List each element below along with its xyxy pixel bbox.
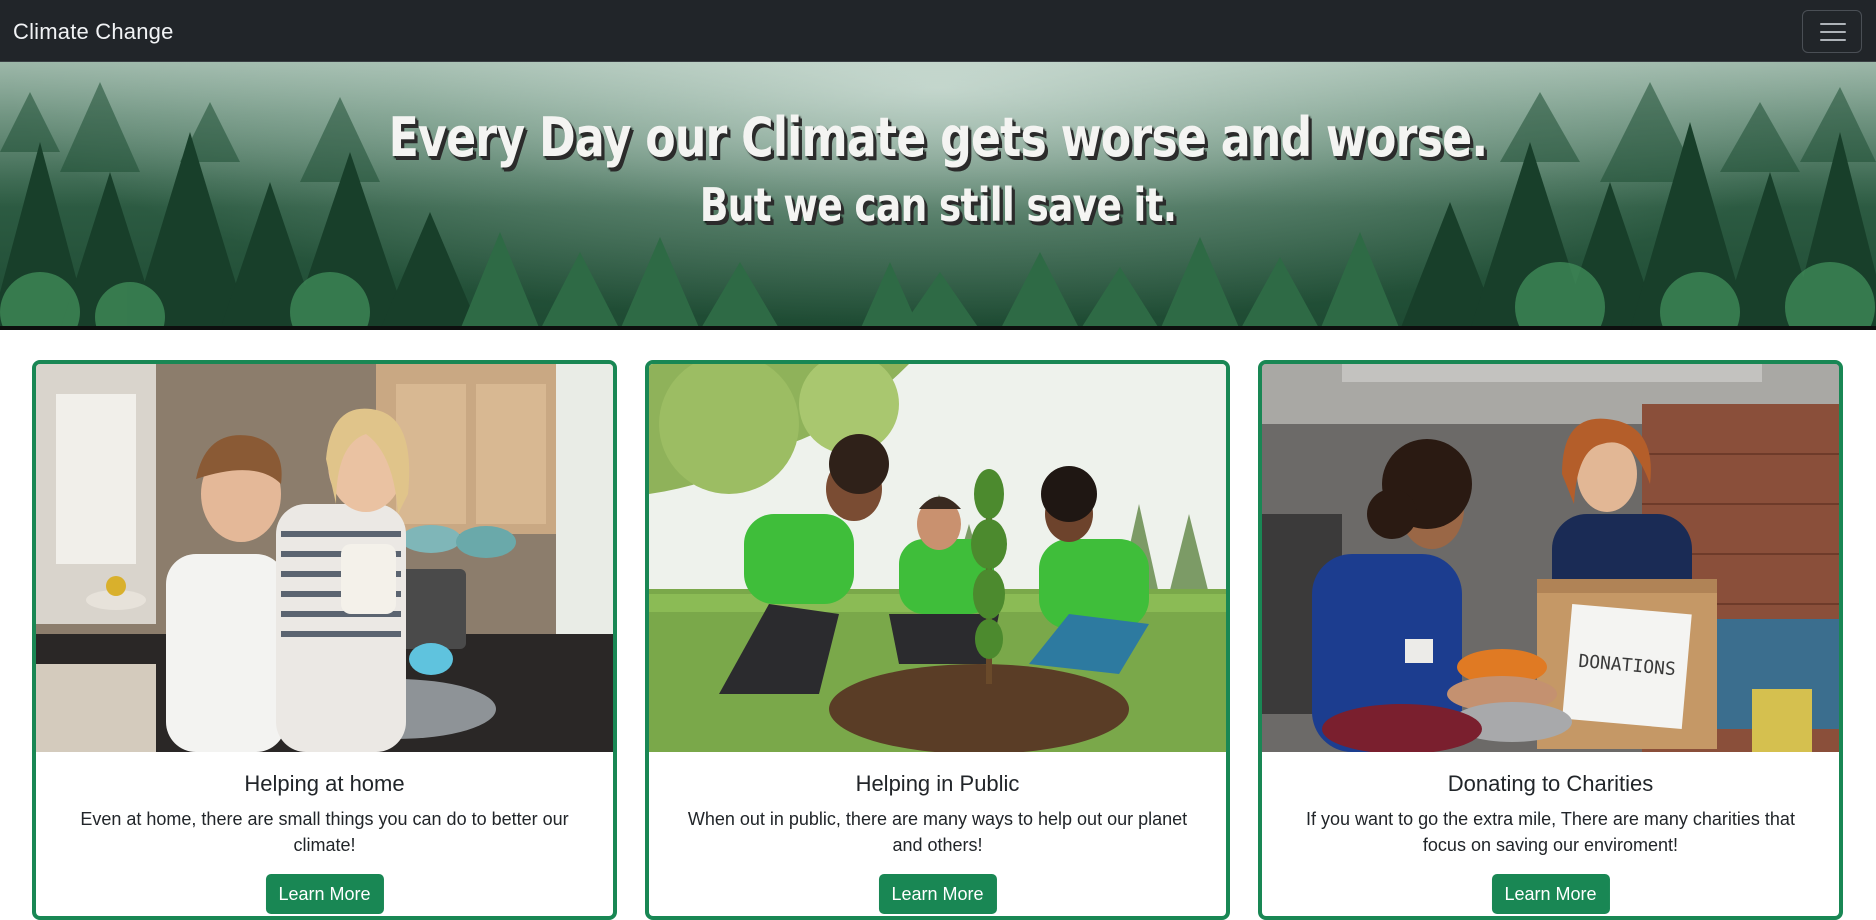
card-text: Even at home, there are small things you…: [80, 809, 569, 855]
card-image-tree-planting: [649, 364, 1226, 752]
card-helping-at-home: Helping at home Even at home, there are …: [32, 360, 617, 920]
learn-more-button[interactable]: Learn More: [1491, 874, 1610, 914]
card-image-kitchen: [36, 364, 613, 752]
hamburger-menu-icon: [1820, 23, 1846, 25]
hero-headline: Every Day our Climate gets worse and wor…: [388, 106, 1489, 169]
hero-banner: Every Day our Climate gets worse and wor…: [0, 62, 1876, 330]
hero-subheadline: But we can still save it.: [699, 178, 1177, 232]
navbar: Climate Change: [0, 0, 1876, 62]
card-title: Helping in Public: [855, 771, 1020, 796]
navbar-toggle-button[interactable]: [1802, 10, 1862, 53]
hamburger-line: [1820, 39, 1846, 41]
card-image-donations: DONATIONS: [1262, 364, 1839, 752]
hamburger-line: [1820, 31, 1846, 33]
card-title: Donating to Charities: [1447, 771, 1654, 796]
learn-more-button[interactable]: Learn More: [265, 874, 384, 914]
card-donating-to-charities: DONATIONS Donating to Charities If you w…: [1258, 360, 1843, 920]
card-text: When out in public, there are many ways …: [687, 809, 1188, 855]
learn-more-button[interactable]: Learn More: [878, 874, 997, 914]
card-title: Helping at home: [244, 771, 405, 796]
navbar-brand[interactable]: Climate Change: [13, 19, 174, 45]
card-helping-in-public: Helping in Public When out in public, th…: [645, 360, 1230, 920]
card-text: If you want to go the extra mile, There …: [1306, 809, 1795, 855]
